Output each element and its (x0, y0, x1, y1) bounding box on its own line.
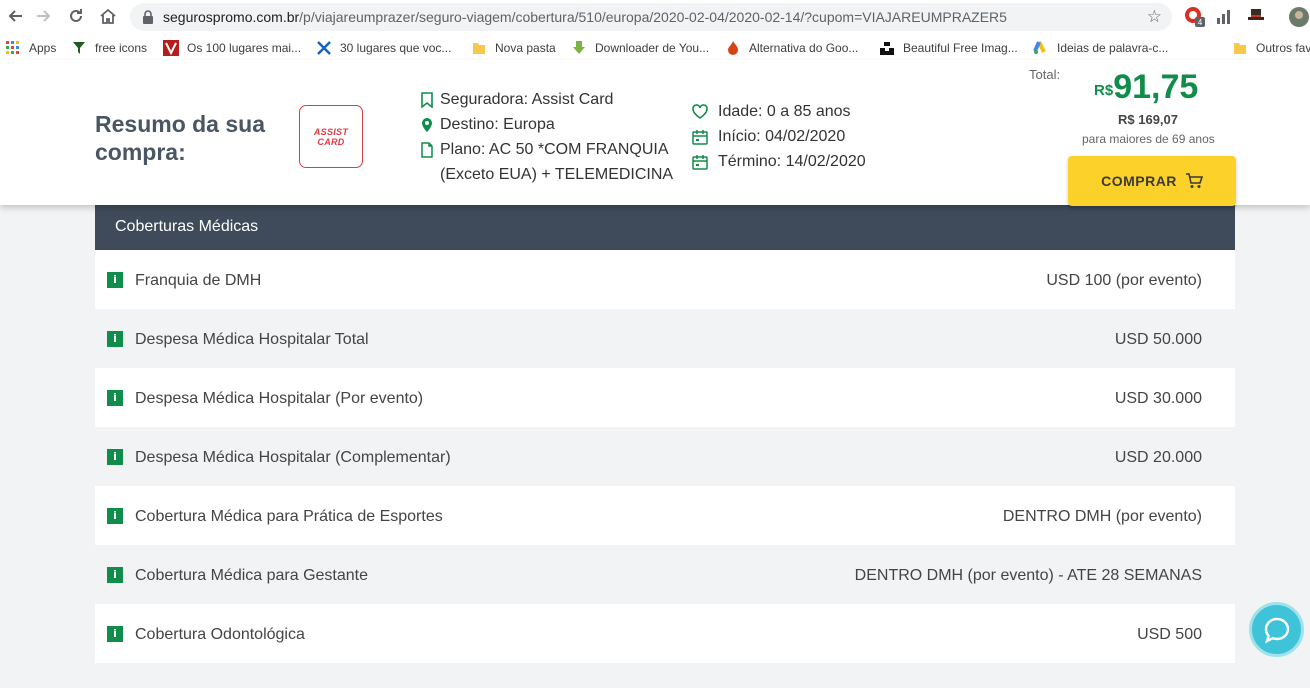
coverage-value: USD 500 (1137, 626, 1202, 643)
info-icon[interactable]: i (107, 508, 123, 524)
info-icon[interactable]: i (107, 331, 123, 347)
calendar-icon (692, 130, 708, 145)
bookmark-100-lugares[interactable]: Os 100 lugares mai... (163, 39, 301, 57)
apps-grid-icon (6, 41, 19, 54)
coverage-label: Despesa Médica Hospitalar (Complementar) (135, 449, 451, 466)
folder-icon (473, 43, 485, 54)
coverage-label: Cobertura Médica para Gestante (135, 567, 369, 584)
flame-icon (728, 41, 738, 55)
v-logo-icon (163, 40, 179, 56)
cart-icon (1185, 173, 1203, 188)
forward-arrow-icon[interactable] (32, 4, 56, 28)
url-text: segurospromo.com.br/p/viajareumprazer/se… (163, 9, 1007, 25)
free-icons-icon (73, 42, 85, 54)
purchase-summary: Resumo da sua compra: ASSIST CARD Segura… (0, 60, 1310, 206)
coverage-label: Franquia de DMH (135, 272, 262, 289)
coverage-value: DENTRO DMH (por evento) - ATE 28 SEMANAS (854, 567, 1202, 584)
coverage-row: i Despesa Médica Hospitalar (Complementa… (95, 427, 1235, 486)
buy-button[interactable]: COMPRAR (1068, 156, 1236, 206)
coverage-value: DENTRO DMH (por evento) (1002, 508, 1202, 525)
download-arrow-icon (573, 41, 585, 54)
coverage-value: USD 100 (por evento) (1046, 272, 1202, 289)
total-price: R$91,75 (1094, 68, 1199, 106)
google-ads-icon (1033, 41, 1046, 54)
info-icon[interactable]: i (107, 272, 123, 288)
bookmark-alternativa[interactable]: Alternativa do Goo... (725, 39, 858, 57)
bookmark-icon (421, 92, 433, 108)
old-price: R$ 169,07 (1118, 112, 1178, 127)
coverage-label: Despesa Médica Hospitalar (Por evento) (135, 390, 424, 407)
coverage-value: USD 50.000 (1114, 331, 1202, 348)
document-icon (421, 142, 433, 158)
coverage-value: USD 20.000 (1114, 449, 1202, 466)
info-icon[interactable]: i (107, 390, 123, 406)
coverage-label: Despesa Médica Hospitalar Total (135, 331, 369, 348)
summary-title: Resumo da sua compra: (95, 111, 265, 165)
extension-badge: 4 (1198, 18, 1203, 27)
bookmark-apps[interactable]: Apps (5, 39, 56, 57)
bookmark-star-icon[interactable]: ☆ (1147, 7, 1162, 27)
signal-bars-icon[interactable] (1215, 6, 1237, 28)
browser-toolbar: segurospromo.com.br/p/viajareumprazer/se… (0, 0, 1310, 34)
back-arrow-icon[interactable] (3, 4, 27, 28)
coverage-label: Cobertura Odontológica (135, 626, 305, 643)
address-bar[interactable]: segurospromo.com.br/p/viajareumprazer/se… (130, 3, 1172, 31)
home-icon[interactable] (96, 4, 120, 28)
extension-icon-red[interactable]: 4 (1184, 6, 1206, 28)
coverage-row: i Cobertura Odontológica USD 500 (95, 604, 1235, 663)
heart-icon (692, 104, 708, 119)
coverage-row: i Franquia de DMH USD 100 (por evento) (95, 250, 1235, 309)
bookmark-free-icons[interactable]: free icons (71, 39, 147, 57)
coverage-row: i Cobertura Médica para Prática de Espor… (95, 486, 1235, 545)
profile-avatar[interactable] (1288, 6, 1310, 28)
bookmark-30-lugares[interactable]: 30 lugares que voc... (316, 39, 451, 57)
chat-button[interactable] (1249, 602, 1304, 657)
coverage-header: Coberturas Médicas (95, 205, 1235, 250)
coverage-row: i Despesa Médica Hospitalar Total USD 50… (95, 309, 1235, 368)
coverage-row: i Cobertura Médica para Gestante DENTRO … (95, 545, 1235, 604)
hat-extension-icon[interactable] (1246, 6, 1268, 28)
coverage-row: i Despesa Médica Hospitalar (Por evento)… (95, 368, 1235, 427)
info-icon[interactable]: i (107, 626, 123, 642)
total-label: Total: (1029, 67, 1061, 82)
info-icon[interactable]: i (107, 449, 123, 465)
location-pin-icon (422, 118, 432, 132)
bookmark-nova-pasta[interactable]: Nova pasta (471, 39, 556, 57)
bookmark-downloader[interactable]: Downloader de You... (571, 39, 709, 57)
bookmarks-bar: Apps free icons Os 100 lugares mai... 30… (0, 34, 1310, 60)
chat-bubble-icon (1264, 617, 1289, 643)
bookmark-outros-favoritos[interactable]: Outros fav (1232, 39, 1310, 57)
calendar-icon (692, 155, 708, 170)
price-note: para maiores de 69 anos (1082, 132, 1215, 146)
reload-icon[interactable] (64, 4, 88, 28)
coverage-value: USD 30.000 (1114, 390, 1202, 407)
bookmark-beautiful-free-images[interactable]: Beautiful Free Imag... (879, 39, 1018, 57)
assist-card-logo: ASSIST CARD (299, 105, 363, 168)
coverage-label: Cobertura Médica para Prática de Esporte… (135, 508, 443, 525)
lock-icon (143, 10, 153, 24)
unsplash-icon (880, 42, 894, 55)
bookmark-ideias[interactable]: Ideias de palavra-c... (1033, 39, 1168, 57)
info-icon[interactable]: i (107, 567, 123, 583)
plane-icon (317, 41, 331, 55)
folder-icon (1234, 43, 1246, 54)
